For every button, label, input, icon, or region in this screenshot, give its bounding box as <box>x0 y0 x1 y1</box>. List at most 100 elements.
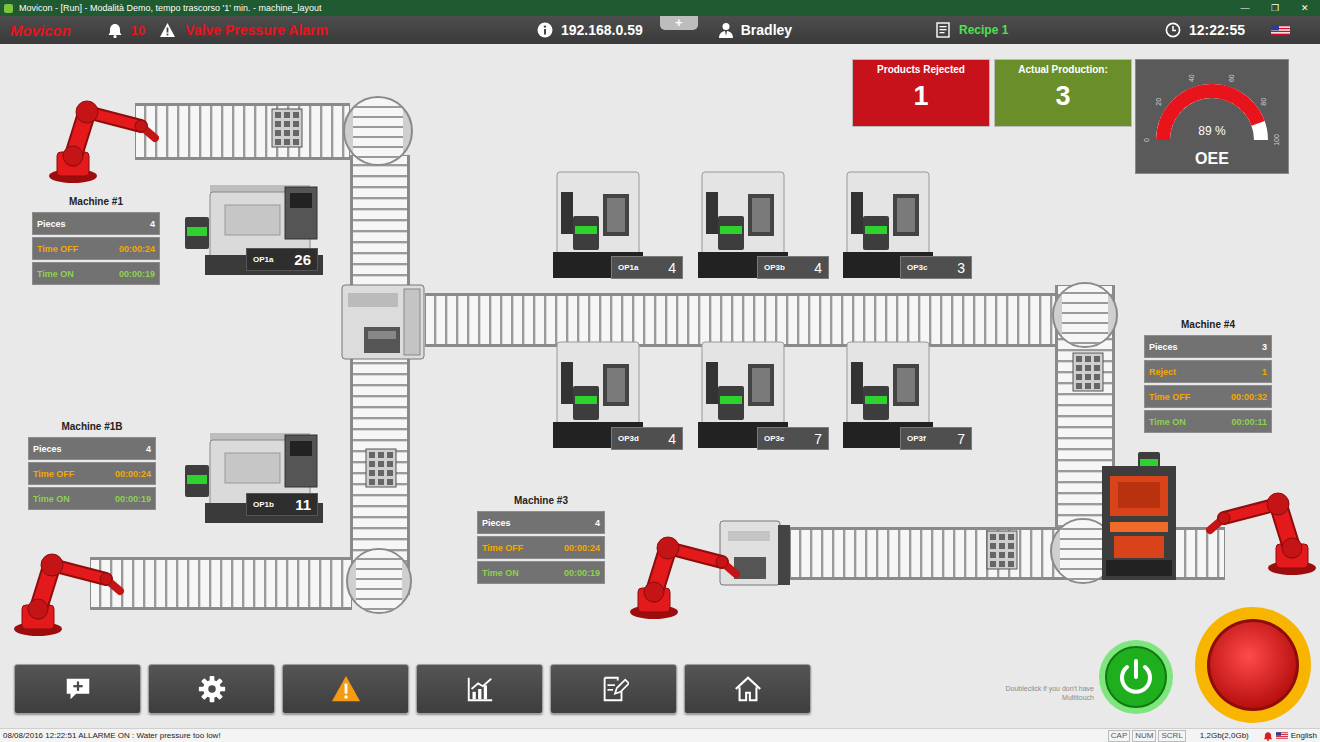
kpi-card: Actual Production: 3 <box>994 59 1132 127</box>
gauge-tick: 0 <box>1143 138 1150 142</box>
robot-arm <box>45 82 159 184</box>
stat-value: 00:00:24 <box>564 543 600 553</box>
machine-stat-row: Time OFF00:00:24 <box>32 237 160 260</box>
stat-label: Pieces <box>37 219 66 229</box>
header-bar: Movicon10Valve Pressure Alarm192.168.0.5… <box>0 16 1320 44</box>
machine-stat-row: Pieces 4 <box>32 212 160 235</box>
status-bar: 08/08/2016 12:22:51 ALLARME ON : Water p… <box>0 728 1320 742</box>
kpi-card: Products Rejected1 <box>852 59 990 127</box>
alarms-button[interactable] <box>282 664 409 714</box>
gear-icon <box>197 674 227 704</box>
conveyor <box>425 293 1057 347</box>
station-counter: OP3c3 <box>900 256 972 279</box>
station-counter: OP3b4 <box>757 256 829 279</box>
stat-label: Time OFF <box>37 244 78 254</box>
station-counter: OP1b11 <box>246 493 318 516</box>
pallet <box>271 108 303 148</box>
power-button[interactable] <box>1098 639 1174 715</box>
machine-stat-row: Pieces 4 <box>28 437 156 460</box>
kpi-value: 1 <box>913 81 928 112</box>
conveyor <box>90 557 352 610</box>
window-control-button[interactable]: — <box>1230 0 1260 16</box>
pallet <box>1072 352 1104 392</box>
machine-stat-row: Pieces 3 <box>1144 335 1272 358</box>
machine-title: Machine #1B <box>28 418 156 435</box>
machine-panel: Machine #1Pieces4Time OFF00:00:24Time ON… <box>32 193 160 285</box>
stat-label: Time ON <box>33 494 70 504</box>
robot-arm <box>626 518 740 620</box>
user-name: Bradley <box>741 22 792 38</box>
stat-label: Time ON <box>482 568 519 578</box>
user-icon <box>718 22 734 38</box>
stat-value: 4 <box>146 444 151 454</box>
settings-button[interactable] <box>148 664 275 714</box>
stat-label: Reject <box>1149 367 1176 377</box>
gauge-tick: 40 <box>1188 74 1195 82</box>
alarm-bell-icon <box>1263 731 1273 741</box>
warning-icon <box>159 22 176 38</box>
info-icon <box>537 22 553 38</box>
connection-section: 192.168.0.59 + Bradley <box>530 16 935 44</box>
machine-stat-row: Time OFF00:00:32 <box>1144 385 1272 408</box>
window-control-button[interactable]: ✕ <box>1290 0 1320 16</box>
clock-section: 12:22:55 <box>1165 16 1320 44</box>
kpi-value: 3 <box>1055 81 1070 112</box>
press-machine <box>1100 452 1178 582</box>
bell-icon <box>107 22 123 38</box>
stat-label: Pieces <box>1149 342 1178 352</box>
window-title: Movicon - [Run] - Modalità Demo, tempo t… <box>19 3 1230 13</box>
stat-label: Pieces <box>482 518 511 528</box>
recipe-icon <box>935 22 951 38</box>
stat-value: 3 <box>1262 342 1267 352</box>
robot-arm <box>1206 474 1320 576</box>
station-counter: OP1a 26 <box>246 248 318 271</box>
ip-address: 192.168.0.59 <box>561 22 643 38</box>
recipe-edit-button[interactable] <box>550 664 677 714</box>
stat-label: Pieces <box>33 444 62 454</box>
new-tab-button[interactable]: + <box>660 16 698 30</box>
station-count: 7 <box>814 431 822 447</box>
machine-layout: OP1a26OP1b11OP1a4OP3b4OP3c3OP3d4OP3e7OP3… <box>0 44 1320 660</box>
station-counter: OP1a4 <box>611 256 683 279</box>
pallet <box>365 448 397 488</box>
transfer-station <box>340 283 426 361</box>
trends-button[interactable] <box>416 664 543 714</box>
station-label: OP1b <box>253 500 274 509</box>
machine-stat-row: Time ON00:00:19 <box>32 262 160 285</box>
station-counter: OP3e7 <box>757 427 829 450</box>
station-count: 4 <box>668 260 676 276</box>
kpi-label: Actual Production: <box>1018 64 1107 75</box>
station-count: 4 <box>668 431 676 447</box>
station-count: 26 <box>294 251 311 268</box>
machine-panel: Machine #3Pieces4Time OFF00:00:24Time ON… <box>477 492 605 584</box>
stat-value: 00:00:24 <box>115 469 151 479</box>
key-indicator: NUM <box>1132 730 1156 742</box>
chat-plus-icon <box>63 674 93 704</box>
alarm-count: 10 <box>131 23 145 38</box>
alarm-section: Movicon10Valve Pressure Alarm <box>0 16 530 44</box>
conveyor <box>1175 527 1225 580</box>
key-indicator: SCRL <box>1158 730 1185 742</box>
window-control-button[interactable]: ❐ <box>1260 0 1290 16</box>
home-button[interactable] <box>684 664 811 714</box>
stat-label: Time ON <box>37 269 74 279</box>
station-count: 3 <box>957 260 965 276</box>
stat-value: 1 <box>1262 367 1267 377</box>
warning-icon <box>331 674 361 704</box>
home-icon <box>733 674 763 704</box>
new-note-button[interactable] <box>14 664 141 714</box>
machine-panel: Machine #4Pieces3Reject1Time OFF00:00:32… <box>1144 316 1272 433</box>
station-label: OP1a <box>253 255 273 264</box>
emergency-stop-button[interactable] <box>1194 606 1312 724</box>
conveyor <box>135 103 350 160</box>
stat-value: 00:00:32 <box>1231 392 1267 402</box>
stat-value: 4 <box>150 219 155 229</box>
station-count: 7 <box>957 431 965 447</box>
machine-stat-row: Time ON00:00:19 <box>28 487 156 510</box>
conveyor-turntable <box>343 96 413 166</box>
machine-stat-row: Time OFF00:00:24 <box>477 536 605 559</box>
gauge-tick: 100 <box>1273 134 1280 146</box>
oee-reading: 89 % <box>1198 124 1226 138</box>
us-flag-icon[interactable] <box>1271 25 1290 35</box>
conveyor <box>350 155 410 595</box>
